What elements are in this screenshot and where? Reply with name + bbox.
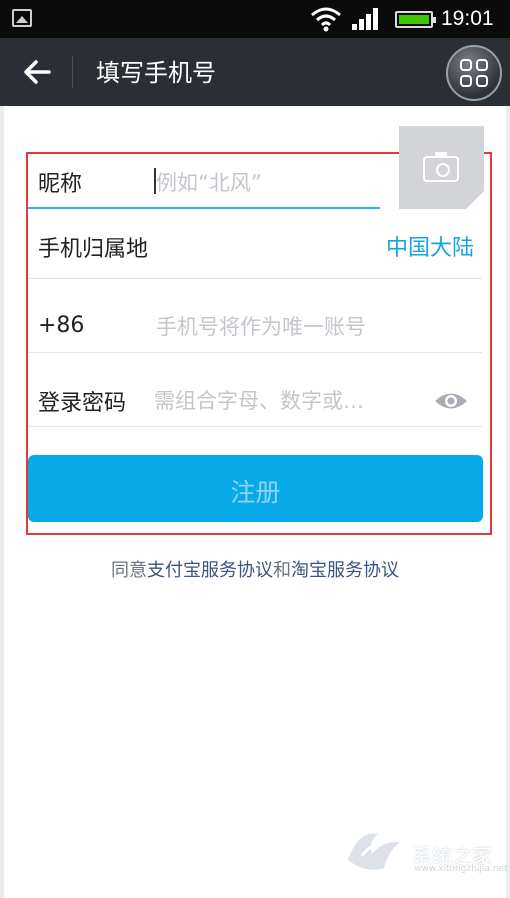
- avatar-upload[interactable]: [399, 126, 484, 209]
- agreement-text: 同意支付宝服务协议和淘宝服务协议: [4, 556, 506, 582]
- divider: [28, 352, 482, 353]
- agreement-prefix: 同意: [111, 560, 147, 581]
- corner-fold: [466, 191, 484, 209]
- battery-icon: [395, 11, 436, 28]
- divider: [28, 426, 482, 427]
- nickname-label: 昵称: [38, 172, 83, 197]
- agreement-conjunction: 和: [273, 560, 291, 581]
- image-notification-icon: [12, 9, 32, 27]
- country-code[interactable]: +86: [38, 313, 84, 338]
- watermark-logo: [348, 833, 400, 870]
- watermark-url: www.xitongzhijia.net: [414, 864, 508, 874]
- region-selector[interactable]: 中国大陆: [386, 230, 474, 262]
- alipay-agreement-link[interactable]: 支付宝服务协议: [147, 560, 273, 581]
- signal-icon: [352, 8, 378, 30]
- taobao-agreement-link[interactable]: 淘宝服务协议: [291, 560, 399, 581]
- title-bar: 填写手机号: [0, 38, 510, 106]
- register-button-label: 注册: [230, 479, 281, 507]
- nickname-input[interactable]: 例如“北风”: [156, 167, 262, 197]
- nickname-underline: [28, 207, 380, 209]
- password-input[interactable]: 需组合字母、数字或…: [154, 385, 364, 415]
- divider: [28, 278, 482, 279]
- wifi-icon: [311, 7, 341, 32]
- eye-icon[interactable]: [434, 390, 468, 412]
- phone-input[interactable]: 手机号将作为唯一账号: [156, 311, 366, 341]
- page-title: 填写手机号: [96, 59, 216, 87]
- menu-button[interactable]: [446, 45, 502, 101]
- status-bar: 19:01: [0, 0, 510, 38]
- register-form-area: 昵称 例如“北风” 手机归属地 中国大陆 +86 手机号将作为唯一账号 登录密码…: [4, 106, 508, 898]
- region-label: 手机归属地: [38, 237, 149, 262]
- camera-icon: [423, 152, 459, 182]
- password-label: 登录密码: [38, 391, 127, 416]
- title-separator: [72, 56, 73, 88]
- back-arrow-icon[interactable]: [22, 58, 52, 86]
- status-time: 19:01: [441, 7, 494, 30]
- watermark: 系统之家 www.xitongzhijia.net: [344, 818, 508, 878]
- grid-icon: [460, 59, 488, 87]
- register-button[interactable]: 注册: [28, 455, 483, 522]
